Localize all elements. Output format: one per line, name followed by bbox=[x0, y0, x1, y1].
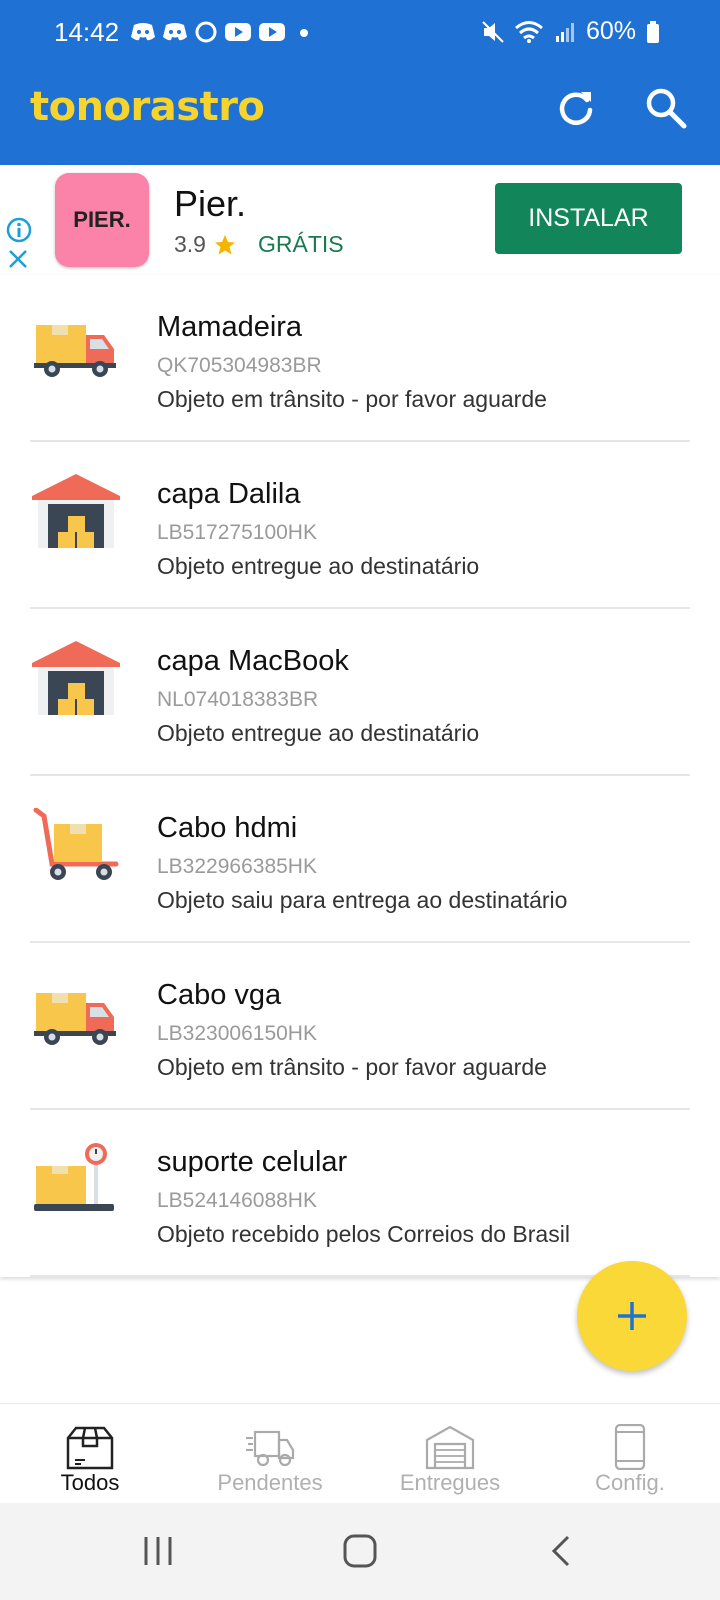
tracking-code: LB517275100HK bbox=[157, 521, 317, 544]
tab-config[interactable]: Config. bbox=[540, 1404, 720, 1503]
tab-todos[interactable]: Todos bbox=[0, 1404, 180, 1503]
scale-icon bbox=[34, 1143, 114, 1211]
truck-icon bbox=[34, 993, 116, 1045]
tracking-code: NL074018383BR bbox=[157, 688, 319, 711]
system-nav-bar bbox=[0, 1503, 720, 1600]
ad-install-button[interactable]: INSTALAR bbox=[495, 183, 682, 254]
package-status: Objeto saiu para entrega ao destinatário bbox=[157, 887, 568, 913]
warehouse-icon bbox=[32, 641, 120, 715]
tracking-code: LB524146088HK bbox=[157, 1189, 317, 1212]
list-item[interactable]: capa MacBook NL074018383BR Objeto entreg… bbox=[0, 609, 720, 776]
add-package-button[interactable] bbox=[577, 1261, 687, 1371]
list-item[interactable]: Cabo hdmi LB322966385HK Objeto saiu para… bbox=[0, 776, 720, 943]
ad-title[interactable]: Pier. bbox=[174, 183, 246, 225]
hand-trolley-icon bbox=[33, 808, 119, 880]
search-icon[interactable] bbox=[644, 86, 688, 130]
discord-icon bbox=[163, 23, 187, 41]
tab-label: Pendentes bbox=[217, 1470, 323, 1495]
home-icon[interactable] bbox=[340, 1533, 380, 1569]
tab-pendentes[interactable]: Pendentes bbox=[180, 1404, 360, 1503]
ad-banner[interactable]: PIER. Pier. 3.9 GRÁTIS INSTALAR bbox=[0, 165, 720, 275]
ad-rating: 3.9 bbox=[174, 231, 206, 257]
truck-icon bbox=[34, 325, 116, 377]
divider bbox=[30, 1275, 690, 1277]
discord-icon bbox=[131, 23, 155, 41]
tracking-code: QK705304983BR bbox=[157, 354, 322, 377]
status-bar: 14:42 60% bbox=[0, 0, 720, 70]
battery-percent: 60% bbox=[585, 17, 636, 45]
package-name: suporte celular bbox=[157, 1146, 348, 1178]
plus-icon bbox=[618, 1302, 646, 1330]
package-name: Mamadeira bbox=[157, 311, 303, 343]
package-status: Objeto entregue ao destinatário bbox=[157, 553, 480, 579]
tab-entregues[interactable]: Entregues bbox=[360, 1404, 540, 1503]
ad-close-icon[interactable] bbox=[6, 247, 30, 271]
recents-icon[interactable] bbox=[142, 1533, 174, 1569]
package-list: Mamadeira QK705304983BR Objeto em trânsi… bbox=[0, 275, 720, 1277]
warehouse-icon bbox=[32, 474, 120, 548]
youtube-icon bbox=[259, 23, 285, 41]
package-status: Objeto recebido pelos Correios do Brasil bbox=[157, 1221, 570, 1247]
ad-rating-row: 3.9 GRÁTIS bbox=[174, 231, 344, 258]
package-icon bbox=[66, 1426, 114, 1470]
tracking-code: LB323006150HK bbox=[157, 1022, 317, 1045]
package-name: capa Dalila bbox=[157, 478, 301, 510]
status-time: 14:42 bbox=[54, 17, 120, 47]
list-item[interactable]: capa Dalila LB517275100HK Objeto entregu… bbox=[0, 442, 720, 609]
circle-app-icon bbox=[195, 21, 217, 43]
package-status: Objeto em trânsito - por favor aguarde bbox=[157, 1054, 547, 1080]
app-header: 14:42 60% tonorastro bbox=[0, 0, 720, 165]
tab-label: Config. bbox=[595, 1470, 665, 1495]
package-name: Cabo hdmi bbox=[157, 812, 298, 844]
dot-icon bbox=[300, 29, 308, 37]
wifi-icon bbox=[514, 20, 543, 43]
ad-info-icon[interactable] bbox=[6, 217, 32, 243]
list-item[interactable]: suporte celular LB524146088HK Objeto rec… bbox=[0, 1110, 720, 1277]
delivery-truck-icon bbox=[246, 1430, 295, 1467]
package-status: Objeto entregue ao destinatário bbox=[157, 720, 480, 746]
mute-icon bbox=[482, 20, 504, 43]
phone-icon bbox=[614, 1424, 646, 1470]
tab-label: Todos bbox=[60, 1470, 120, 1495]
youtube-icon bbox=[225, 23, 251, 41]
battery-icon bbox=[647, 20, 659, 43]
bottom-nav: Todos Pendentes Entregues Config. bbox=[0, 1403, 720, 1503]
star-icon bbox=[214, 234, 235, 254]
tab-label: Entregues bbox=[399, 1470, 501, 1495]
signal-icon bbox=[555, 22, 574, 42]
tracking-code: LB322966385HK bbox=[157, 855, 317, 878]
list-item[interactable]: Mamadeira QK705304983BR Objeto em trânsi… bbox=[0, 275, 720, 442]
refresh-icon[interactable] bbox=[554, 86, 598, 130]
ad-app-logo[interactable]: PIER. bbox=[55, 173, 149, 267]
app-logo: tonorastro bbox=[30, 84, 265, 130]
package-name: Cabo vga bbox=[157, 979, 282, 1011]
warehouse-outline-icon bbox=[425, 1425, 475, 1470]
back-icon[interactable] bbox=[548, 1533, 574, 1569]
package-name: capa MacBook bbox=[157, 645, 349, 677]
list-item[interactable]: Cabo vga LB323006150HK Objeto em trânsit… bbox=[0, 943, 720, 1110]
ad-price: GRÁTIS bbox=[257, 231, 344, 257]
package-status: Objeto em trânsito - por favor aguarde bbox=[157, 386, 547, 412]
